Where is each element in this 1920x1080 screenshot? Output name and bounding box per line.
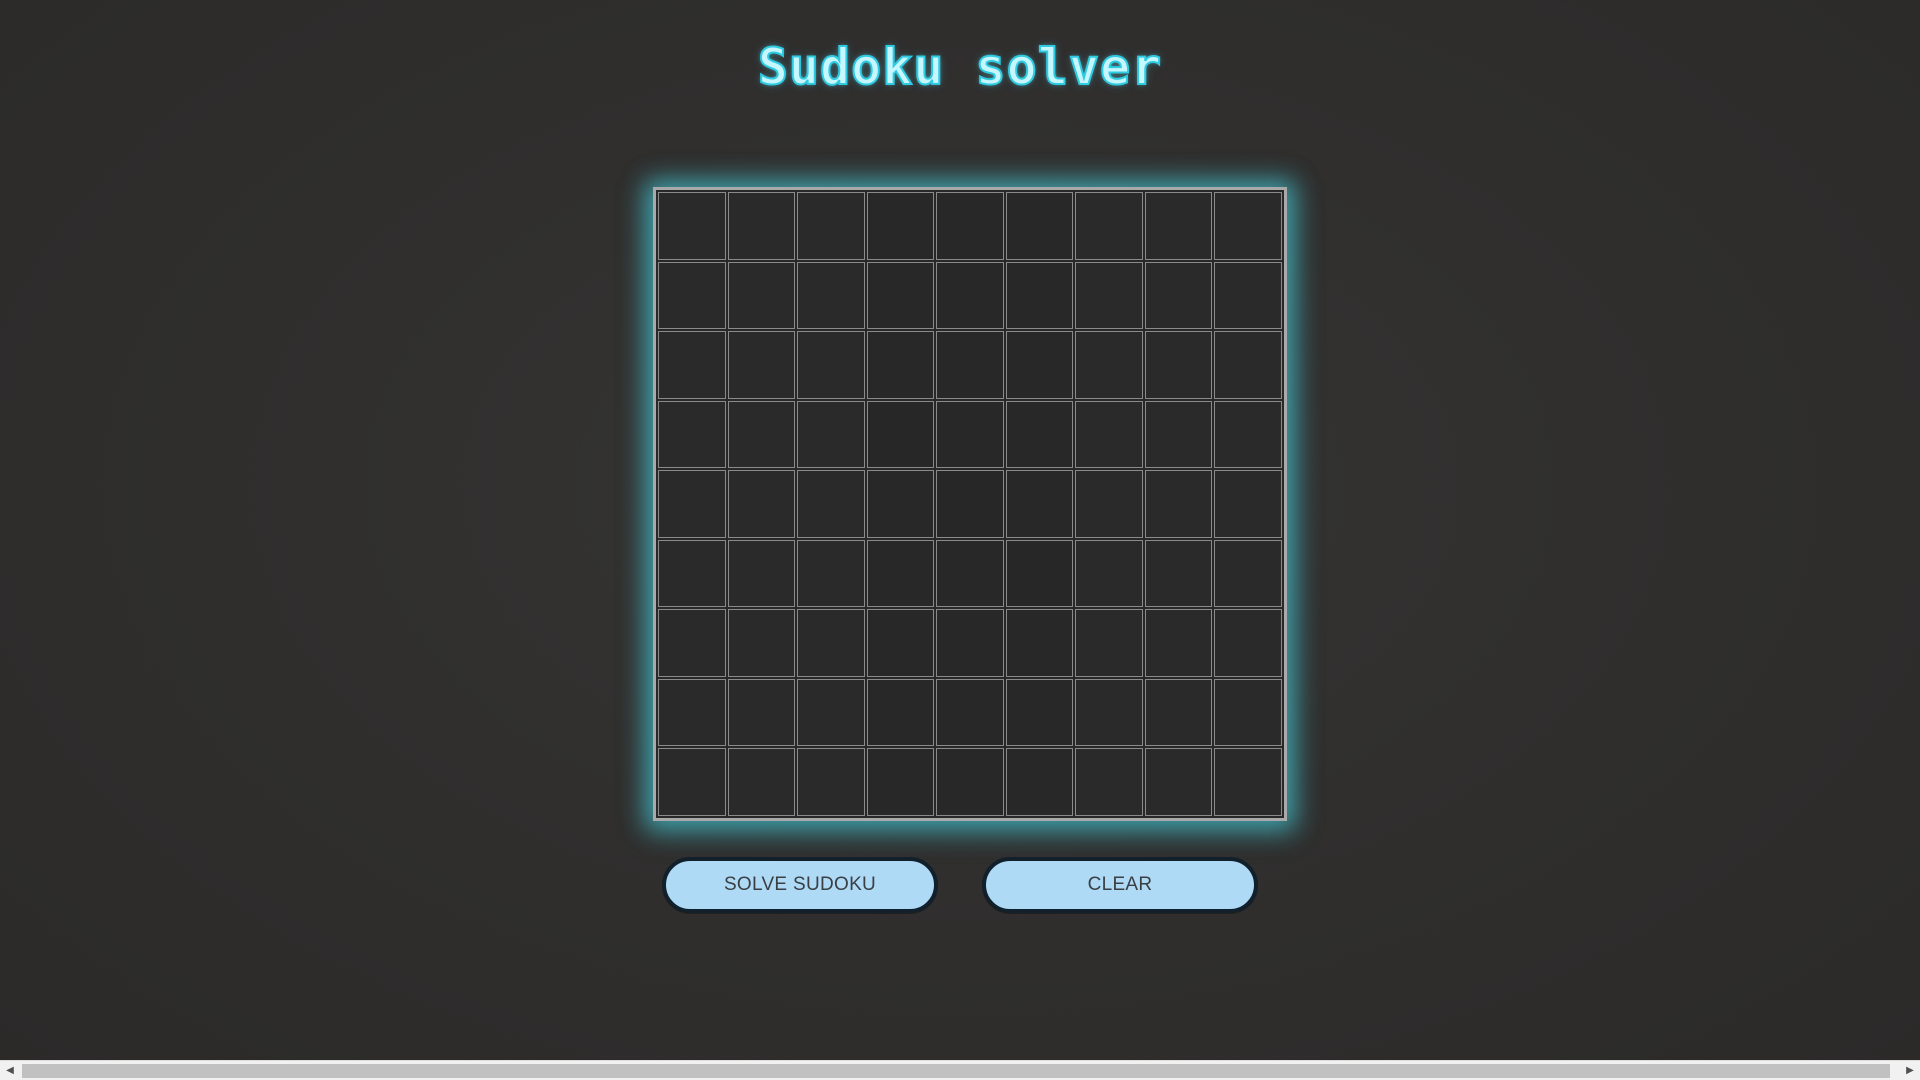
scrollbar-thumb[interactable] [22,1064,1890,1078]
sudoku-cell-r9-c3[interactable] [797,748,865,816]
sudoku-board [653,187,1287,821]
sudoku-cell-r4-c6[interactable] [1005,400,1074,469]
sudoku-cell-r7-c7[interactable] [1075,609,1143,677]
sudoku-cell-r8-c3[interactable] [797,678,865,747]
sudoku-cell-r1-c6[interactable] [1005,192,1074,260]
sudoku-cell-r1-c8[interactable] [1144,192,1213,260]
sudoku-cell-r7-c4[interactable] [866,609,935,677]
horizontal-scrollbar[interactable]: ◀ ▶ [0,1060,1920,1080]
sudoku-cell-r4-c8[interactable] [1144,400,1213,469]
sudoku-cell-r4-c5[interactable] [936,400,1004,469]
sudoku-cell-r3-c3[interactable] [797,331,865,399]
sudoku-cell-r8-c6[interactable] [1005,678,1074,747]
sudoku-cell-r3-c9[interactable] [1214,331,1282,399]
sudoku-cell-r3-c2[interactable] [727,331,796,399]
sudoku-cell-r6-c9[interactable] [1214,539,1282,608]
sudoku-cell-r1-c2[interactable] [727,192,796,260]
sudoku-cell-r1-c5[interactable] [936,192,1004,260]
sudoku-cell-r6-c7[interactable] [1075,539,1143,608]
sudoku-cell-r3-c8[interactable] [1144,331,1213,399]
sudoku-cell-r4-c2[interactable] [727,400,796,469]
sudoku-cell-r7-c3[interactable] [797,609,865,677]
sudoku-cell-r4-c9[interactable] [1214,400,1282,469]
sudoku-cell-r3-c1[interactable] [658,331,726,399]
sudoku-cell-r9-c6[interactable] [1005,748,1074,816]
sudoku-cell-r2-c1[interactable] [658,261,726,330]
sudoku-cell-r7-c9[interactable] [1214,609,1282,677]
sudoku-cell-r5-c2[interactable] [727,470,796,538]
sudoku-cell-r2-c6[interactable] [1005,261,1074,330]
sudoku-cell-r8-c5[interactable] [936,678,1004,747]
sudoku-cell-r5-c5[interactable] [936,470,1004,538]
sudoku-cell-r4-c4[interactable] [866,400,935,469]
sudoku-cell-r2-c3[interactable] [797,261,865,330]
sudoku-cell-r7-c6[interactable] [1005,609,1074,677]
sudoku-cell-r2-c8[interactable] [1144,261,1213,330]
sudoku-cell-r1-c7[interactable] [1075,192,1143,260]
sudoku-cell-r4-c7[interactable] [1075,400,1143,469]
sudoku-cell-r6-c5[interactable] [936,539,1004,608]
sudoku-cell-r6-c8[interactable] [1144,539,1213,608]
sudoku-cell-r1-c3[interactable] [797,192,865,260]
sudoku-cell-r8-c9[interactable] [1214,678,1282,747]
arrow-left-icon[interactable]: ◀ [0,1061,20,1080]
sudoku-cell-r7-c1[interactable] [658,609,726,677]
sudoku-cell-r9-c4[interactable] [866,748,935,816]
sudoku-cell-r2-c9[interactable] [1214,261,1282,330]
sudoku-cell-r5-c4[interactable] [866,470,935,538]
sudoku-cell-r5-c7[interactable] [1075,470,1143,538]
solve-sudoku-button[interactable]: SOLVE SUDOKU [662,857,938,913]
sudoku-cell-r5-c1[interactable] [658,470,726,538]
sudoku-cell-r3-c4[interactable] [866,331,935,399]
sudoku-cell-r6-c4[interactable] [866,539,935,608]
sudoku-cell-r4-c1[interactable] [658,400,726,469]
sudoku-cell-r8-c2[interactable] [727,678,796,747]
sudoku-cell-r2-c2[interactable] [727,261,796,330]
sudoku-cell-r3-c5[interactable] [936,331,1004,399]
sudoku-cell-r9-c1[interactable] [658,748,726,816]
sudoku-cell-r1-c1[interactable] [658,192,726,260]
sudoku-cell-r2-c5[interactable] [936,261,1004,330]
sudoku-cell-r6-c2[interactable] [727,539,796,608]
sudoku-cell-r7-c8[interactable] [1144,609,1213,677]
sudoku-cell-r8-c1[interactable] [658,678,726,747]
sudoku-cell-r9-c5[interactable] [936,748,1004,816]
sudoku-cell-r2-c7[interactable] [1075,261,1143,330]
sudoku-cell-r7-c2[interactable] [727,609,796,677]
sudoku-cell-r8-c8[interactable] [1144,678,1213,747]
clear-button[interactable]: CLEAR [982,857,1258,913]
sudoku-cell-r5-c9[interactable] [1214,470,1282,538]
arrow-right-icon[interactable]: ▶ [1900,1061,1920,1080]
page-title: Sudoku solver [757,37,1163,97]
sudoku-cell-r3-c7[interactable] [1075,331,1143,399]
sudoku-cell-r6-c6[interactable] [1005,539,1074,608]
sudoku-cell-r1-c4[interactable] [866,192,935,260]
sudoku-cell-r5-c3[interactable] [797,470,865,538]
sudoku-cell-r1-c9[interactable] [1214,192,1282,260]
sudoku-cell-r6-c1[interactable] [658,539,726,608]
sudoku-cell-r4-c3[interactable] [797,400,865,469]
sudoku-cell-r9-c8[interactable] [1144,748,1213,816]
sudoku-cell-r6-c3[interactable] [797,539,865,608]
sudoku-cell-r8-c4[interactable] [866,678,935,747]
sudoku-cell-r3-c6[interactable] [1005,331,1074,399]
sudoku-cell-r8-c7[interactable] [1075,678,1143,747]
sudoku-cell-r9-c9[interactable] [1214,748,1282,816]
sudoku-cell-r5-c6[interactable] [1005,470,1074,538]
sudoku-cell-r5-c8[interactable] [1144,470,1213,538]
sudoku-cell-r7-c5[interactable] [936,609,1004,677]
sudoku-cell-r9-c7[interactable] [1075,748,1143,816]
sudoku-cell-r9-c2[interactable] [727,748,796,816]
sudoku-cell-r2-c4[interactable] [866,261,935,330]
